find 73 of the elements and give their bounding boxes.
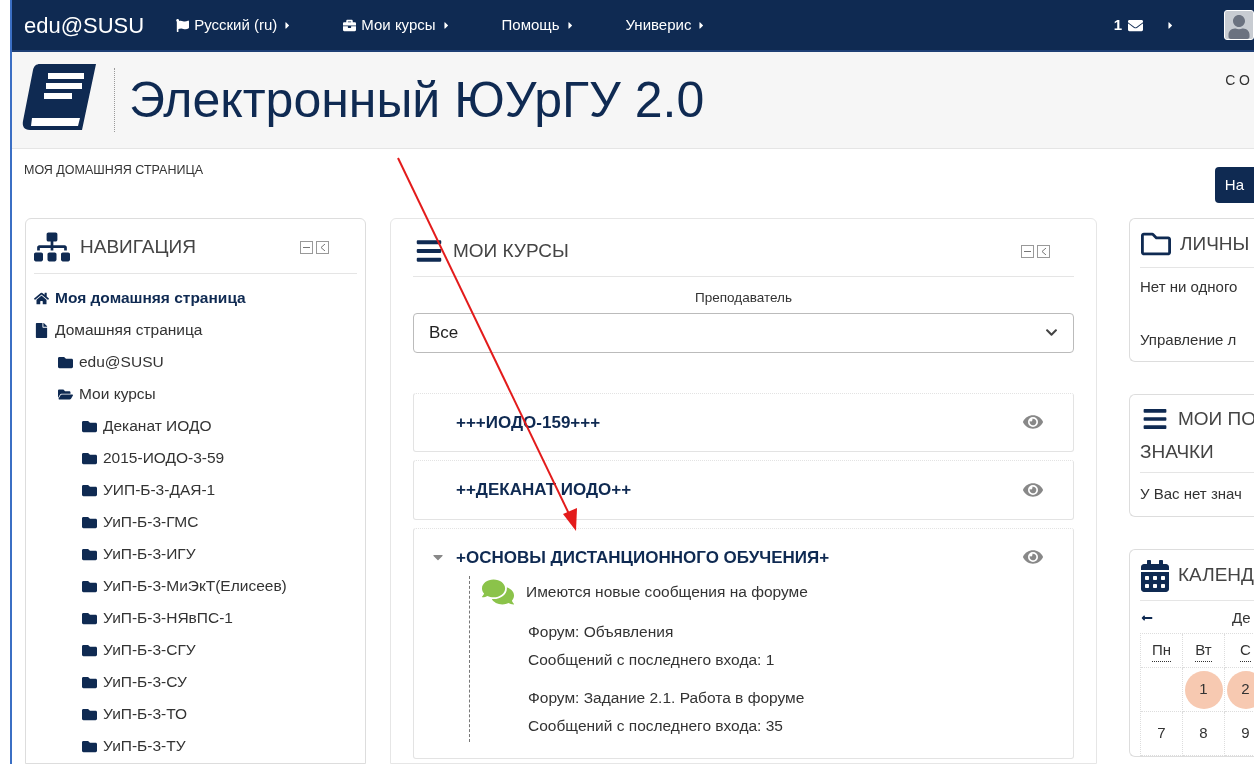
new-posts-count: Сообщений с последнего входа: 35 [528, 716, 784, 736]
navigation-link[interactable]: УиП-Б-3-МиЭкТ(Елисеев) [103, 574, 287, 598]
empty-message: Нет ни одного [1140, 277, 1239, 297]
chevron-down-icon [1045, 326, 1058, 339]
navigation-link[interactable]: УиП-Б-3-СУ [103, 670, 187, 694]
calendar-month: Де [1232, 607, 1251, 628]
block-title: МОИ КУРСЫ [453, 239, 569, 263]
navigation-link[interactable]: Домашняя страница [55, 318, 203, 342]
folder-icon [82, 482, 97, 498]
navigation-link[interactable]: УИП-Б-3-ДАЯ-1 [103, 478, 216, 502]
breadcrumb: МОЯ ДОМАШНЯЯ СТРАНИЦА [24, 162, 203, 179]
weekday-header: Пн [1151, 638, 1172, 663]
folder-icon [82, 738, 97, 754]
weekday-header: Вт [1195, 638, 1212, 663]
forum-link[interactable]: Форум: Объявления [528, 618, 1057, 646]
block-title: КАЛЕНД [1178, 563, 1254, 588]
collapse-icon[interactable] [300, 240, 313, 254]
folder-icon [82, 578, 97, 594]
navigation-link[interactable]: edu@SUSU [79, 350, 164, 374]
nav-menu[interactable]: Мои курсы [343, 13, 452, 37]
site-brand[interactable]: edu@SUSU [24, 8, 145, 42]
weekday-header: С [1240, 638, 1251, 663]
home-icon [34, 290, 49, 306]
navigation-link[interactable]: 2015-ИОДО-3-59 [103, 446, 225, 470]
header-button[interactable]: На [1214, 167, 1254, 203]
user-avatar[interactable] [1224, 10, 1254, 40]
navigation-link[interactable]: УиП-Б-3-ИГУ [103, 542, 196, 566]
block-title: ЛИЧНЫ [1180, 231, 1250, 256]
empty-message: У Вас нет знач [1140, 484, 1243, 504]
nav-menu[interactable]: Русский (ru) [176, 13, 294, 37]
folder-icon [82, 674, 97, 690]
navigation-link[interactable]: Деканат ИОДО [103, 414, 212, 438]
navigation-link[interactable]: УиП-Б-3-ТУ [103, 734, 186, 758]
filter-label: Преподаватель [695, 289, 792, 305]
manage-files-link[interactable]: Управление л [1140, 328, 1254, 351]
briefcase-icon [343, 18, 357, 32]
sitemap-icon [34, 231, 70, 263]
nav-menu[interactable]: Помощь [501, 13, 576, 37]
course-title[interactable]: ++ДЕКАНАТ ИОДО++ [456, 477, 632, 503]
collapse-icon[interactable] [1021, 244, 1034, 258]
navigation-link[interactable]: УиП-Б-3-ГМС [103, 510, 199, 534]
navigation-link[interactable]: УиП-Б-3-ТО [103, 702, 188, 726]
folder-icon [82, 706, 97, 722]
folder-icon [82, 546, 97, 562]
block-title: НАВИГАЦИЯ [80, 234, 196, 259]
dock-icon[interactable] [1037, 244, 1050, 258]
messages-menu[interactable]: 1 [1113, 13, 1143, 37]
folder-icon [82, 450, 97, 466]
folder-icon [58, 354, 73, 370]
teacher-select[interactable]: Все [413, 312, 1074, 353]
navigation-link[interactable]: УиП-Б-3-НЯвПС-1 [103, 606, 233, 630]
site-title: Электронный ЮУрГУ 2.0 [129, 70, 705, 130]
folder-icon [82, 642, 97, 658]
folder-icon [82, 610, 97, 626]
dock-icon[interactable] [316, 240, 329, 254]
folder-icon [82, 418, 97, 434]
forum-link[interactable]: Форум: Задание 2.1. Работа в форуме [528, 684, 1057, 712]
navigation-link[interactable]: Мои курсы [79, 382, 156, 406]
new-posts-count: Сообщений с последнего входа: 1 [528, 650, 776, 670]
navigation-link[interactable]: УиП-Б-3-СГУ [103, 638, 196, 662]
navigation-link[interactable]: Моя домашняя страница [55, 286, 246, 310]
envelope-icon [1128, 17, 1143, 33]
folder-icon [82, 514, 97, 530]
notice-heading: Имеются новые сообщения на форуме [526, 582, 808, 603]
page-icon [34, 322, 49, 338]
calendar-day[interactable]: 1 [1184, 670, 1223, 709]
block-title: ЗНАЧКИ [1140, 440, 1214, 462]
flag-icon [176, 18, 190, 32]
header-text: СО [1225, 71, 1254, 90]
course-title[interactable]: +ОСНОВЫ ДИСТАНЦИОННОГО ОБУЧЕНИЯ+ [456, 544, 830, 570]
calendar-icon [1140, 559, 1170, 592]
nav-menu[interactable]: Универис [625, 13, 708, 37]
calendar-day[interactable]: 2 [1226, 670, 1254, 709]
